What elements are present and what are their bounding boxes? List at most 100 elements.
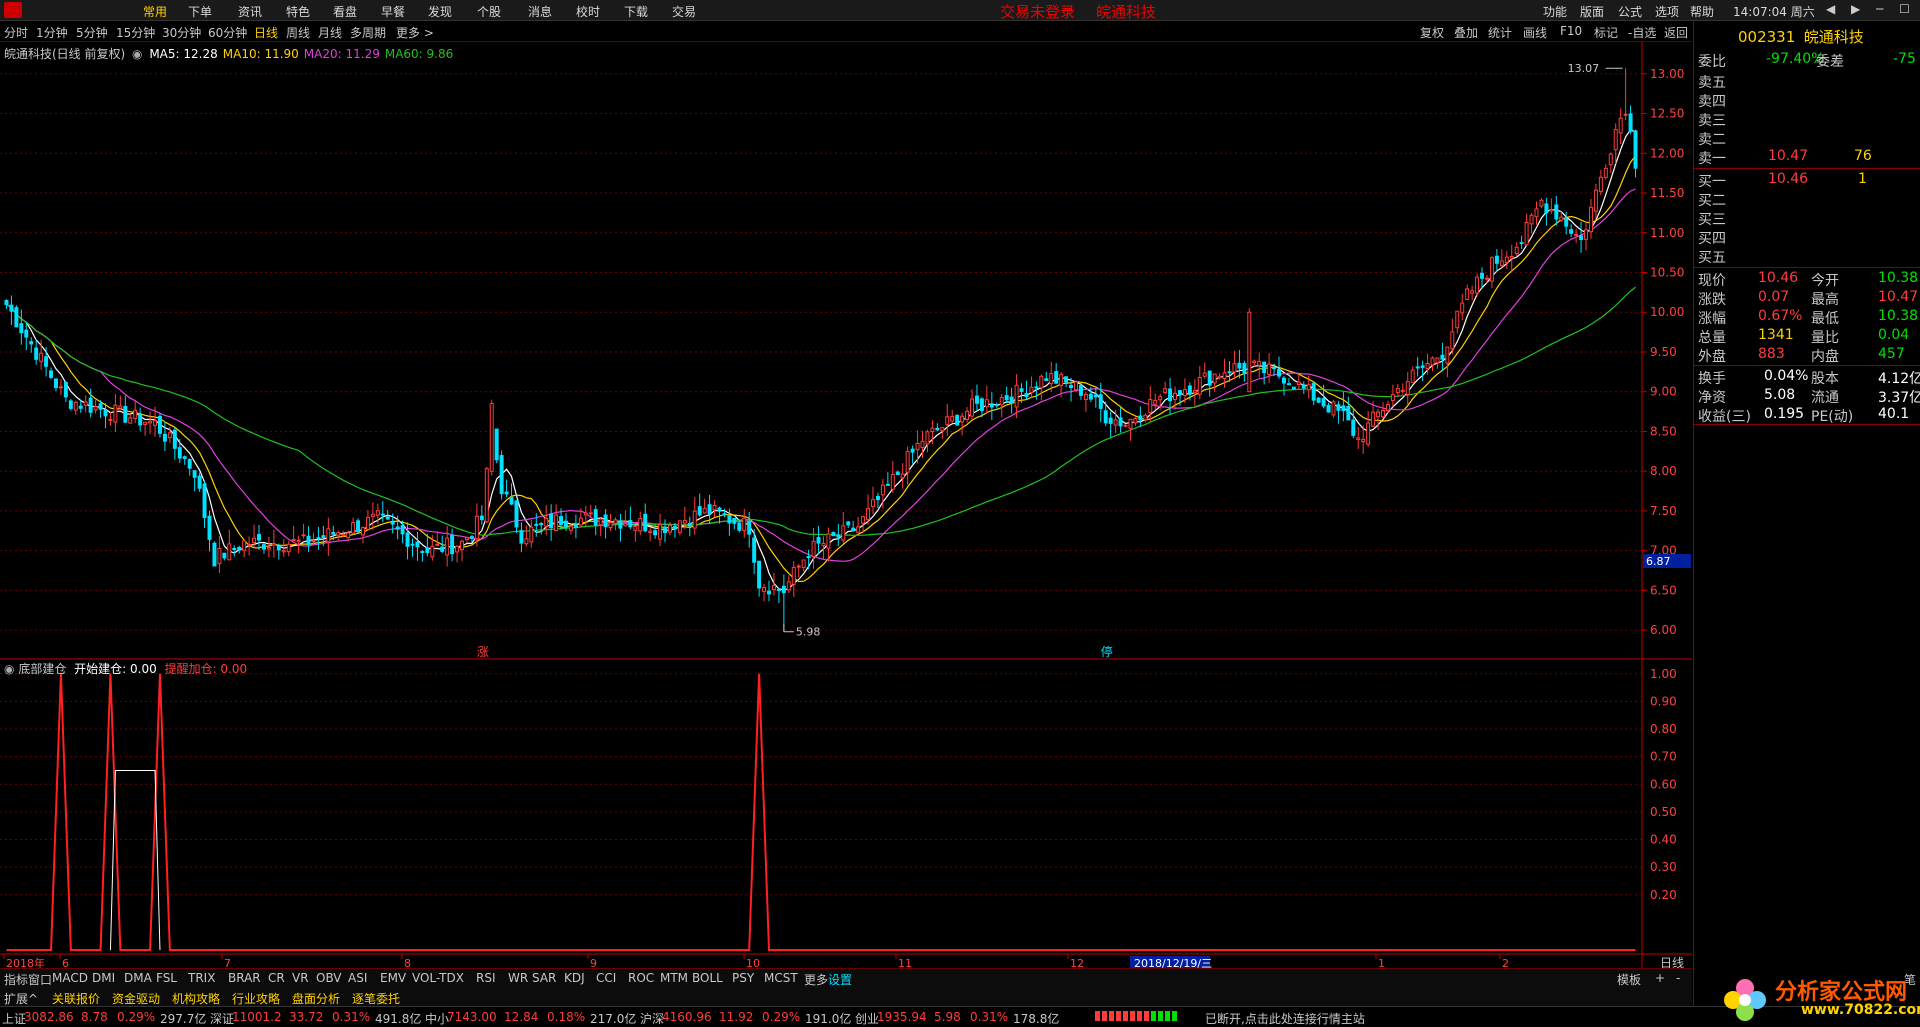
connection-message[interactable]: 已断开,点击此处连接行情主站 [1205, 1010, 1365, 1027]
menu-item-10[interactable]: 下载 [624, 3, 648, 20]
period-tab-4[interactable]: 30分钟 [162, 24, 201, 41]
market-bar [1151, 1011, 1156, 1021]
status-item-11: 7143.00 [447, 1010, 497, 1024]
window-controls[interactable]: ◀ ▶ ─ ☐ ✕ [1826, 2, 1920, 16]
indicator-tab-18[interactable]: CCI [596, 971, 616, 985]
indicator-tab-1[interactable]: 窗口 [28, 971, 52, 988]
top-right-item-2[interactable]: 公式 [1618, 3, 1642, 20]
indicator-collapse-icon[interactable]: ◉ [4, 662, 14, 676]
site-watermark: 分析家公式网 www.70822.com [1715, 970, 1920, 1026]
sell-price-4: 10.47 [1768, 148, 1809, 164]
indicator-tab-8[interactable]: CR [268, 971, 285, 985]
stat-value-0: 10.46 [1758, 270, 1799, 286]
chart-tool-7[interactable]: 返回 [1664, 24, 1688, 41]
sub-tick-4: 0.60 [1650, 777, 1677, 791]
price-tick-11: 7.50 [1650, 504, 1677, 518]
chart-tool-5[interactable]: 标记 [1594, 24, 1618, 41]
indicator-tab-20[interactable]: MTM [660, 971, 688, 985]
top-right-item-1[interactable]: 版面 [1580, 3, 1604, 20]
indicator-tab-6[interactable]: TRIX [188, 971, 215, 985]
menu-item-9[interactable]: 校时 [576, 3, 600, 20]
chart-tool-6[interactable]: -自选 [1628, 24, 1656, 41]
chart-tool-2[interactable]: 统计 [1488, 24, 1512, 41]
ext-tab-4[interactable]: 行业攻略 [232, 990, 280, 1007]
template-btn-1[interactable]: + [1655, 971, 1665, 985]
top-right-item-3[interactable]: 选项 [1655, 3, 1679, 20]
indicator-name[interactable]: 底部建仓 [18, 662, 66, 676]
stat2-value2-0: 4.12亿 [1878, 371, 1920, 387]
ma-legend: MA5: 12.28 MA10: 11.90 MA20: 11.29 MA60: 9.… [149, 47, 458, 61]
period-tab-5[interactable]: 60分钟 [208, 24, 247, 41]
template-btn-0[interactable]: 模板 [1617, 971, 1641, 988]
indicator-tab-13[interactable]: VOL-TDX [412, 971, 464, 985]
menu-item-1[interactable]: 下单 [188, 3, 212, 20]
period-tab-8[interactable]: 月线 [318, 24, 342, 41]
chart-tool-0[interactable]: 复权 [1420, 24, 1444, 41]
status-item-23: 0.31% [970, 1010, 1009, 1024]
indicator-tab-17[interactable]: KDJ [564, 971, 585, 985]
quote-row: 换手 0.04% 股本 4.12亿 [1698, 368, 1920, 387]
period-tab-6[interactable]: 日线 [254, 24, 278, 41]
indicator-tab-0[interactable]: 指标 [4, 971, 28, 988]
status-item-2: 8.78 [81, 1010, 108, 1024]
chart-tool-3[interactable]: 画线 [1523, 24, 1547, 41]
period-tab-1[interactable]: 1分钟 [36, 24, 68, 41]
menu-item-8[interactable]: 消息 [528, 3, 552, 20]
ext-tab-5[interactable]: 盘面分析 [292, 990, 340, 1007]
period-tab-3[interactable]: 15分钟 [116, 24, 155, 41]
indicator-tab-19[interactable]: ROC [628, 971, 654, 985]
menu-item-6[interactable]: 发现 [428, 3, 452, 20]
candle-2 [14, 305, 19, 328]
indicator-tab-23[interactable]: MCST [764, 971, 798, 985]
indicator-tab-22[interactable]: PSY [732, 971, 754, 985]
quote-row: 委比 -97.40% 委差 -75 [1698, 51, 1918, 70]
indicator-tab-9[interactable]: VR [292, 971, 309, 985]
chart-tool-1[interactable]: 叠加 [1454, 24, 1478, 41]
indicator-tab-2[interactable]: MACD [52, 971, 88, 985]
ext-tab-0[interactable]: 扩展^ [4, 990, 38, 1007]
indicator-tab-5[interactable]: FSL [156, 971, 177, 985]
template-btn-2[interactable]: - [1676, 971, 1680, 985]
period-tab-9[interactable]: 多周期 [350, 24, 386, 41]
menu-item-3[interactable]: 特色 [286, 3, 310, 20]
ext-tab-6[interactable]: 逐笔委托 [352, 990, 400, 1007]
menu-item-2[interactable]: 资讯 [238, 3, 262, 20]
kline-chart-area[interactable]: 13.075.98涨停 13.0012.5012.0011.5011.0010.… [0, 42, 1692, 968]
ext-tab-3[interactable]: 机构攻略 [172, 990, 220, 1007]
indicator-tab-14[interactable]: RSI [476, 971, 496, 985]
ext-tab-2[interactable]: 资金驱动 [112, 990, 160, 1007]
top-right-item-0[interactable]: 功能 [1543, 3, 1567, 20]
indicator-tab-11[interactable]: ASI [348, 971, 367, 985]
indicator-tab-3[interactable]: DMI [92, 971, 115, 985]
top-right-item-4[interactable]: 帮助 [1690, 3, 1714, 20]
menu-item-0[interactable]: 常用 [143, 3, 167, 20]
menu-item-5[interactable]: 早餐 [381, 3, 405, 20]
period-tab-10[interactable]: 更多 > [396, 24, 434, 41]
ma-legend-2: MA20: 11.29 [303, 47, 380, 61]
period-tab-2[interactable]: 5分钟 [76, 24, 108, 41]
indicator-tab-24[interactable]: 更多 [804, 971, 828, 988]
indicator-tab-16[interactable]: SAR [532, 971, 556, 985]
indicator-tab-4[interactable]: DMA [124, 971, 152, 985]
indicator-tab-10[interactable]: OBV [316, 971, 342, 985]
period-label: 日线 [1660, 956, 1684, 968]
collapse-icon[interactable]: ◉ [132, 47, 142, 61]
period-tab-0[interactable]: 分时 [4, 24, 28, 41]
period-tab-7[interactable]: 周线 [286, 24, 310, 41]
quote-row: 买四 [1698, 228, 1918, 247]
indicator-tab-21[interactable]: BOLL [692, 971, 723, 985]
candle-99 [494, 428, 499, 464]
chart-tool-4[interactable]: F10 [1560, 24, 1582, 38]
indicator-tab-12[interactable]: EMV [380, 971, 406, 985]
status-item-4: 297.7亿 [160, 1012, 207, 1026]
candle-268 [1331, 399, 1336, 418]
indicator-tab-7[interactable]: BRAR [228, 971, 261, 985]
menu-item-4[interactable]: 看盘 [333, 3, 357, 20]
ext-tab-1[interactable]: 关联报价 [52, 990, 100, 1007]
menu-item-7[interactable]: 个股 [477, 3, 501, 20]
indicator-tab-25[interactable]: 设置 [828, 971, 852, 988]
quote-row: 现价 10.46 今开 10.38 [1698, 270, 1918, 289]
indicator-tab-15[interactable]: WR [508, 971, 528, 985]
menu-item-11[interactable]: 交易 [672, 3, 696, 20]
ma-legend-0: MA5: 12.28 [149, 47, 218, 61]
